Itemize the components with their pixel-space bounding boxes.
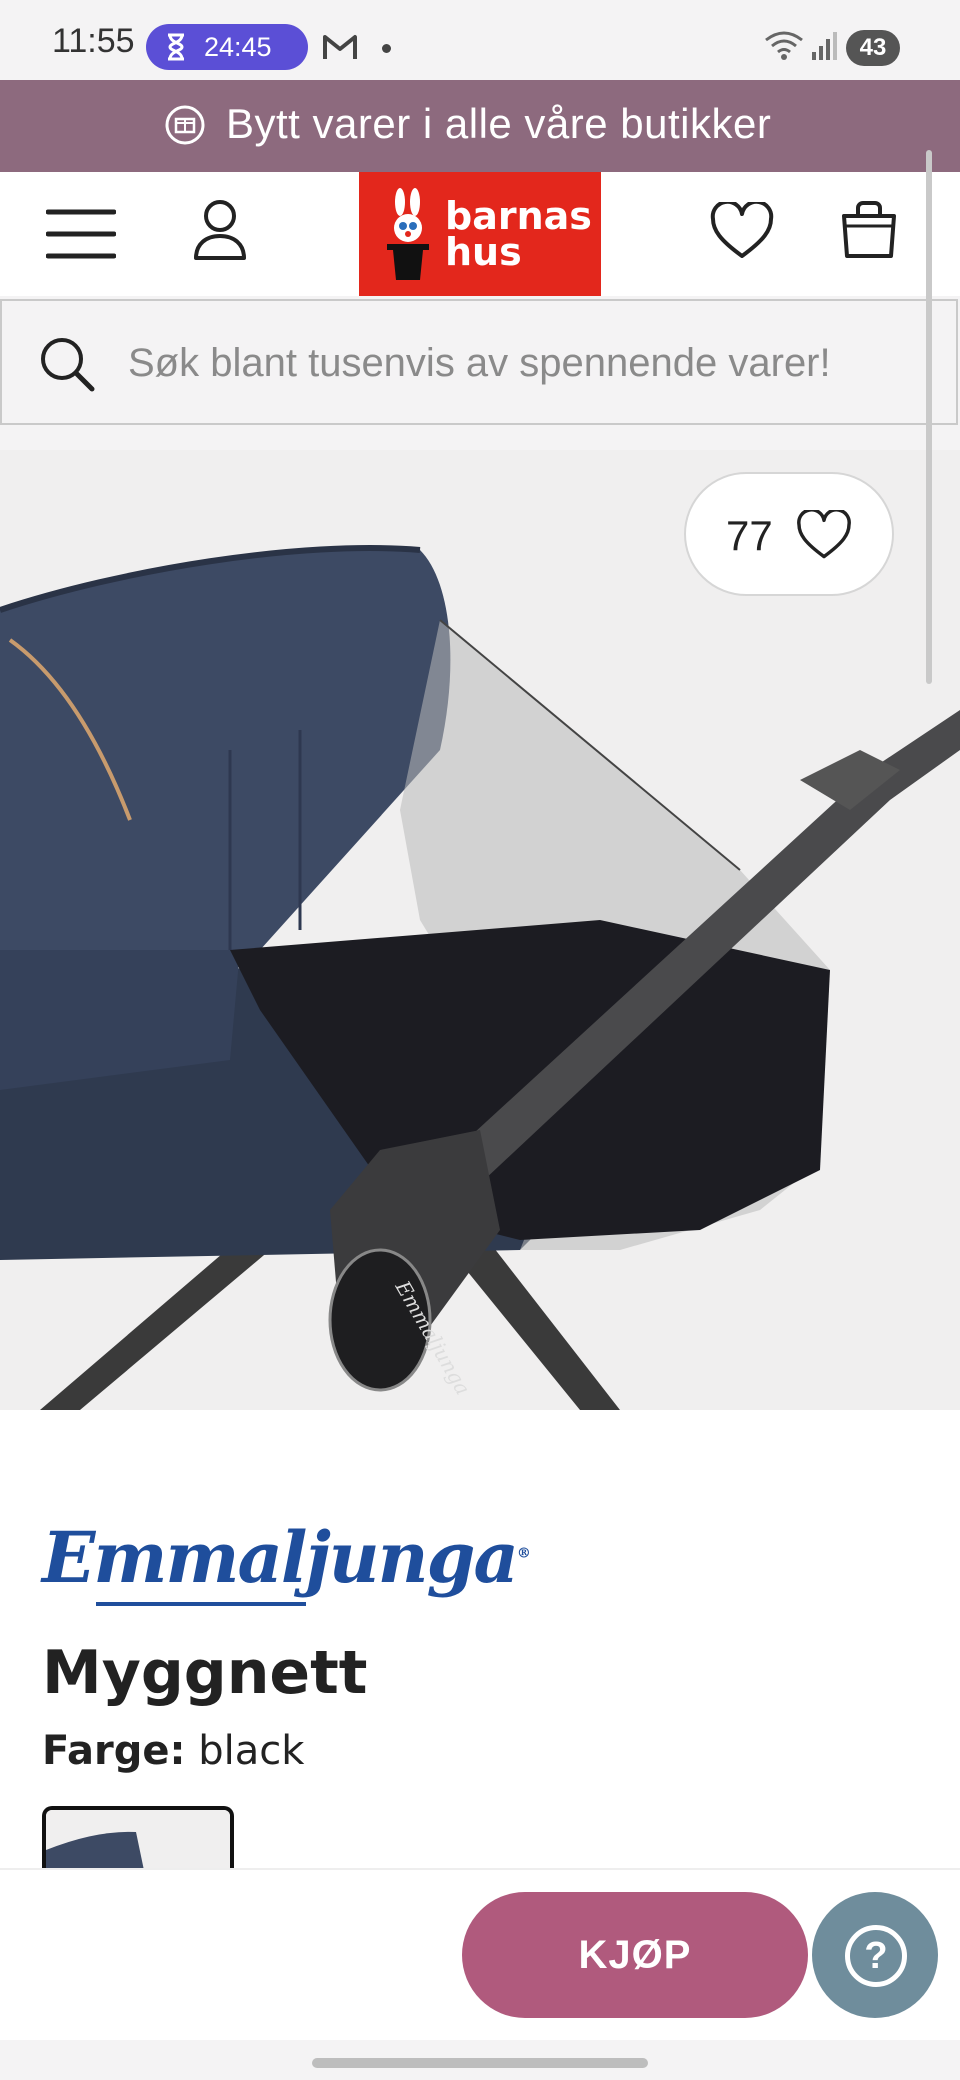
- hourglass-icon: [166, 33, 186, 68]
- account-icon[interactable]: [190, 198, 250, 268]
- color-row: Farge: black: [42, 1728, 304, 1774]
- like-button[interactable]: 77: [684, 472, 894, 596]
- page-scrollbar[interactable]: [926, 150, 932, 684]
- logo-wordmark: barnas hus: [445, 194, 592, 274]
- bottom-action-bar: KJØP ?: [0, 1868, 960, 2042]
- status-time: 11:55: [52, 22, 135, 60]
- brand-logo[interactable]: Emmaljunga®: [42, 1516, 531, 1599]
- status-bar: 11:55 24:45 43: [0, 0, 960, 80]
- timer-pill-tail: [298, 28, 316, 66]
- search-icon[interactable]: [38, 335, 96, 397]
- help-icon: ?: [845, 1925, 907, 1987]
- menu-icon[interactable]: [45, 208, 117, 264]
- promo-text: Bytt varer i alle våre butikker: [226, 100, 772, 147]
- color-label: Farge:: [42, 1728, 186, 1774]
- search-bar[interactable]: [0, 299, 958, 425]
- like-count: 77: [726, 512, 773, 559]
- gmail-icon: [322, 33, 358, 65]
- barnas-hus-logo[interactable]: barnas hus: [359, 172, 601, 296]
- shopping-bag-icon[interactable]: [840, 200, 898, 264]
- home-gesture-handle[interactable]: [312, 2058, 648, 2068]
- system-nav-bar: [0, 2040, 960, 2080]
- color-value: black: [198, 1728, 305, 1774]
- search-input[interactable]: [128, 333, 928, 393]
- wifi-icon: [764, 30, 804, 66]
- heart-icon: [796, 508, 852, 564]
- timer-pill[interactable]: 24:45: [146, 24, 316, 70]
- notification-dot: [382, 44, 391, 53]
- wishlist-heart-icon[interactable]: [710, 199, 774, 264]
- brand-logo-underline: [96, 1602, 306, 1606]
- promo-banner[interactable]: Bytt varer i alle våre butikker: [0, 80, 960, 172]
- site-header: barnas hus: [0, 172, 960, 296]
- help-button[interactable]: ?: [812, 1892, 938, 2018]
- swatch-thumbnail: [46, 1810, 230, 1876]
- product-info: Emmaljunga® Myggnett Farge: black: [0, 1410, 960, 1876]
- battery-indicator: 43: [846, 30, 900, 66]
- signal-icon: [810, 30, 838, 66]
- product-title: Myggnett: [42, 1638, 368, 1708]
- buy-button[interactable]: KJØP: [462, 1892, 808, 2018]
- timer-value: 24:45: [204, 32, 272, 62]
- color-swatch-black[interactable]: [42, 1806, 234, 1876]
- exchange-icon: [164, 104, 206, 150]
- rabbit-in-hat-icon: [383, 188, 433, 286]
